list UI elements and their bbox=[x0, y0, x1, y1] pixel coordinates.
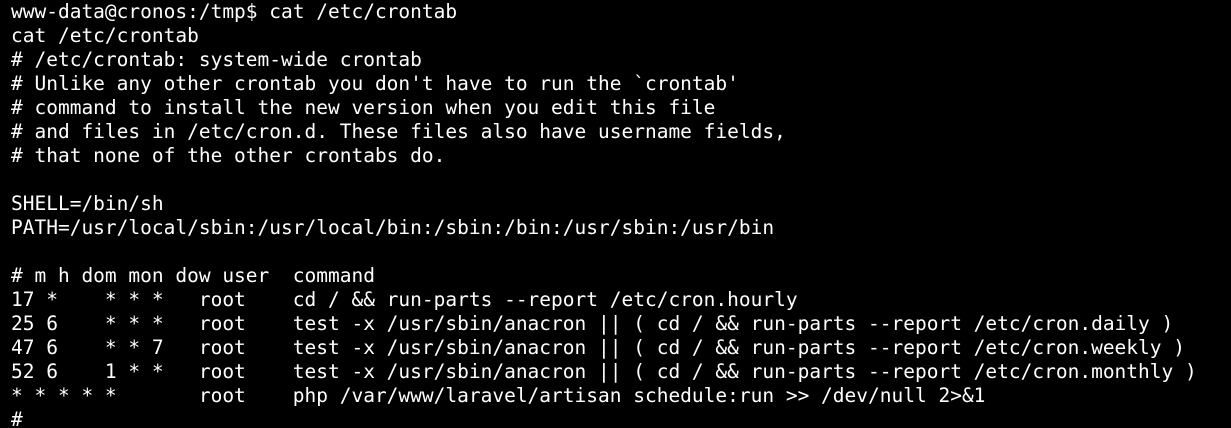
terminal-window[interactable]: www-data@cronos:/tmp$ cat /etc/crontab c… bbox=[0, 0, 1231, 428]
output-line-comment: # /etc/crontab: system-wide crontab bbox=[11, 48, 422, 71]
terminal-output: www-data@cronos:/tmp$ cat /etc/crontab c… bbox=[11, 0, 1197, 428]
output-line-comment: # that none of the other crontabs do. bbox=[11, 144, 446, 167]
output-line-comment: # command to install the new version whe… bbox=[11, 96, 716, 119]
output-line-cron-entry: 17 * * * * root cd / && run-parts --repo… bbox=[11, 288, 798, 311]
output-line-blank bbox=[11, 240, 1197, 264]
output-line-comment: # and files in /etc/cron.d. These files … bbox=[11, 120, 786, 143]
output-line-cron-entry: 52 6 1 * * root test -x /usr/sbin/anacro… bbox=[11, 360, 1197, 383]
output-line-comment: # Unlike any other crontab you don't hav… bbox=[11, 72, 739, 95]
output-line-crontab-header: # m h dom mon dow user command bbox=[11, 264, 375, 287]
output-line-comment: # bbox=[11, 408, 23, 428]
output-line-blank bbox=[11, 168, 1197, 192]
shell-prompt: www-data@cronos:/tmp$ bbox=[11, 0, 270, 23]
prompt-line: www-data@cronos:/tmp$ cat /etc/crontab bbox=[11, 0, 1197, 24]
typed-command: cat /etc/crontab bbox=[269, 0, 458, 23]
output-line-cron-entry: 25 6 * * * root test -x /usr/sbin/anacro… bbox=[11, 312, 1174, 335]
output-line-cron-entry: 47 6 * * 7 root test -x /usr/sbin/anacro… bbox=[11, 336, 1185, 359]
output-line-path-var: PATH=/usr/local/sbin:/usr/local/bin:/sbi… bbox=[11, 216, 775, 239]
output-line-command-echo: cat /etc/crontab bbox=[11, 24, 199, 47]
output-line-cron-entry: * * * * * root php /var/www/laravel/arti… bbox=[11, 384, 986, 407]
output-line-shell-var: SHELL=/bin/sh bbox=[11, 192, 164, 215]
